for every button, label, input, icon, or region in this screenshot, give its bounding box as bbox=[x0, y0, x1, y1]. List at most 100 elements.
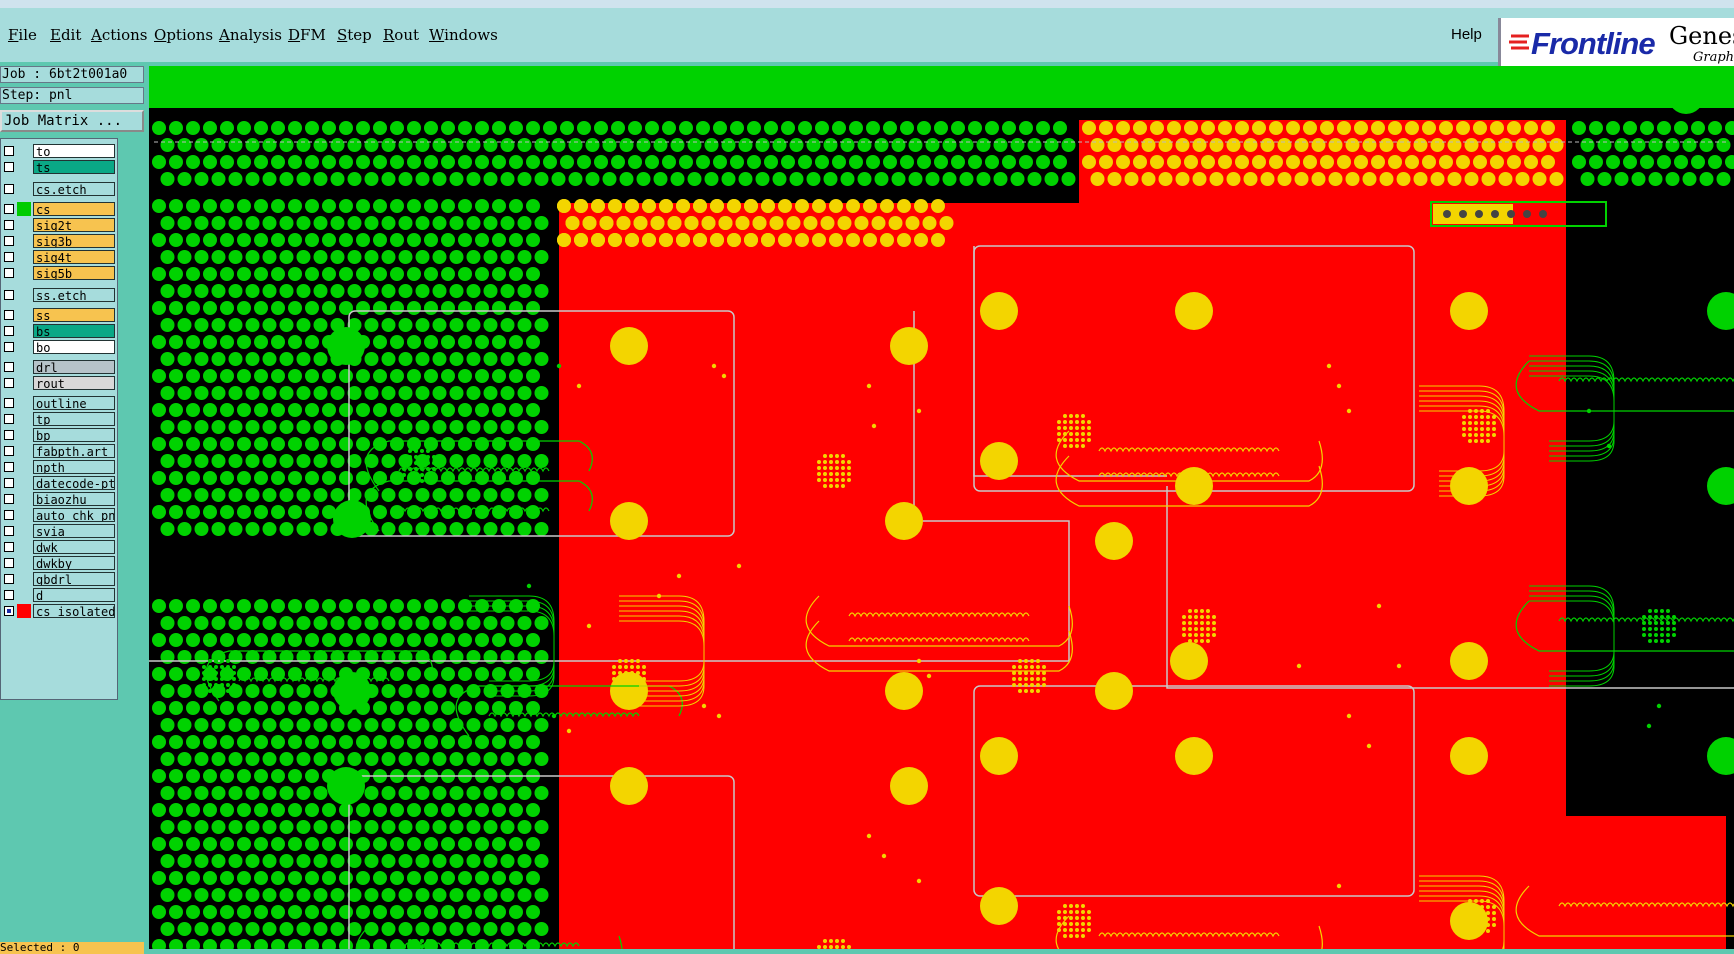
layer-row-bp[interactable]: bp bbox=[1, 427, 117, 443]
layer-checkbox[interactable] bbox=[4, 494, 14, 504]
layer-name[interactable]: rout bbox=[33, 376, 115, 390]
layer-row-ss.etch[interactable]: ss.etch bbox=[1, 287, 117, 303]
menu-edit[interactable]: Edit bbox=[50, 26, 81, 44]
layer-checkbox[interactable] bbox=[4, 204, 14, 214]
layer-checkbox[interactable] bbox=[4, 526, 14, 536]
menu-options[interactable]: Options bbox=[154, 26, 213, 44]
menu-rout[interactable]: Rout bbox=[383, 26, 419, 44]
layer-name[interactable]: sig2t bbox=[33, 218, 115, 232]
layer-row-auto_chk_pn1[interactable]: auto_chk_pn1 bbox=[1, 507, 117, 523]
layer-checkbox[interactable] bbox=[4, 378, 14, 388]
layer-row-rout[interactable]: rout bbox=[1, 375, 117, 391]
layer-checkbox[interactable] bbox=[4, 290, 14, 300]
layer-row-tp[interactable]: tp bbox=[1, 411, 117, 427]
layer-name[interactable]: bs bbox=[33, 324, 115, 338]
layer-name[interactable]: cs bbox=[33, 202, 115, 216]
layer-name[interactable]: sig4t bbox=[33, 250, 115, 264]
layer-checkbox[interactable] bbox=[4, 558, 14, 568]
layer-row-dwkby[interactable]: dwkby bbox=[1, 555, 117, 571]
copper-thieving-dot bbox=[577, 155, 591, 169]
layer-name[interactable]: biaozhu bbox=[33, 492, 115, 506]
layer-row-cs_isolated[interactable]: cs_isolated bbox=[1, 603, 117, 619]
layer-row-sig5b[interactable]: sig5b bbox=[1, 265, 117, 281]
menu-help[interactable]: Help bbox=[1451, 26, 1482, 43]
layer-checkbox[interactable] bbox=[4, 510, 14, 520]
menu-analysis[interactable]: Analysis bbox=[219, 26, 282, 44]
layer-name[interactable]: svia bbox=[33, 524, 115, 538]
layer-name[interactable]: ss bbox=[33, 308, 115, 322]
layer-checkbox[interactable] bbox=[4, 236, 14, 246]
layer-row-sig4t[interactable]: sig4t bbox=[1, 249, 117, 265]
layer-row-sig2t[interactable]: sig2t bbox=[1, 217, 117, 233]
layer-checkbox[interactable] bbox=[4, 462, 14, 472]
layer-checkbox[interactable] bbox=[4, 162, 14, 172]
layer-checkbox[interactable] bbox=[4, 342, 14, 352]
menu-file[interactable]: File bbox=[8, 26, 37, 44]
graphics-canvas[interactable] bbox=[149, 66, 1734, 949]
layer-row-ss[interactable]: ss bbox=[1, 307, 117, 323]
layer-checkbox[interactable] bbox=[4, 414, 14, 424]
layer-checkbox[interactable] bbox=[4, 268, 14, 278]
layer-row-drl[interactable]: drl bbox=[1, 359, 117, 375]
layer-row-to[interactable]: to bbox=[1, 143, 117, 159]
layer-name[interactable]: outline bbox=[33, 396, 115, 410]
layer-name[interactable]: to bbox=[33, 144, 115, 158]
layer-name[interactable]: ts bbox=[33, 160, 115, 174]
pcb-view[interactable] bbox=[149, 66, 1734, 949]
layer-row-gbdrl[interactable]: gbdrl bbox=[1, 571, 117, 587]
layer-name[interactable]: drl bbox=[33, 360, 115, 374]
layer-row-dwk[interactable]: dwk bbox=[1, 539, 117, 555]
layer-name[interactable]: fabpth.art bbox=[33, 444, 115, 458]
layer-row-bo[interactable]: bo bbox=[1, 339, 117, 355]
layer-name[interactable]: dwk bbox=[33, 540, 115, 554]
layer-checkbox[interactable] bbox=[4, 220, 14, 230]
layer-checkbox[interactable] bbox=[4, 184, 14, 194]
layer-row-outline[interactable]: outline bbox=[1, 395, 117, 411]
layer-name[interactable]: cs.etch bbox=[33, 182, 115, 196]
layer-name[interactable]: d bbox=[33, 588, 115, 602]
menu-dfm[interactable]: DFM bbox=[288, 26, 326, 44]
layer-row-sig3b[interactable]: sig3b bbox=[1, 233, 117, 249]
layer-name[interactable]: sig3b bbox=[33, 234, 115, 248]
tooling-pad bbox=[610, 767, 648, 805]
layer-name[interactable]: gbdrl bbox=[33, 572, 115, 586]
menu-windows[interactable]: Windows bbox=[429, 26, 498, 44]
layer-row-d[interactable]: d bbox=[1, 587, 117, 603]
layer-name[interactable]: ss.etch bbox=[33, 288, 115, 302]
layer-name[interactable]: datecode-pte bbox=[33, 476, 115, 490]
layer-checkbox[interactable] bbox=[4, 310, 14, 320]
layer-checkbox[interactable] bbox=[4, 362, 14, 372]
layer-checkbox[interactable] bbox=[4, 446, 14, 456]
layer-checkbox[interactable] bbox=[4, 590, 14, 600]
layer-row-biaozhu[interactable]: biaozhu bbox=[1, 491, 117, 507]
layer-checkbox[interactable] bbox=[4, 606, 14, 616]
layer-name[interactable]: dwkby bbox=[33, 556, 115, 570]
layer-row-cs[interactable]: cs bbox=[1, 201, 117, 217]
layer-name[interactable]: npth bbox=[33, 460, 115, 474]
layer-checkbox[interactable] bbox=[4, 478, 14, 488]
layer-name[interactable]: bo bbox=[33, 340, 115, 354]
layer-row-datecode-pte[interactable]: datecode-pte bbox=[1, 475, 117, 491]
layer-name[interactable]: tp bbox=[33, 412, 115, 426]
layer-row-ts[interactable]: ts bbox=[1, 159, 117, 175]
layer-row-fabpth.art[interactable]: fabpth.art bbox=[1, 443, 117, 459]
layer-name[interactable]: sig5b bbox=[33, 266, 115, 280]
layer-name[interactable]: auto_chk_pn1 bbox=[33, 508, 115, 522]
layer-checkbox[interactable] bbox=[4, 430, 14, 440]
layer-checkbox[interactable] bbox=[4, 146, 14, 156]
job-matrix-button[interactable]: Job Matrix ... bbox=[0, 110, 144, 132]
layer-row-cs.etch[interactable]: cs.etch bbox=[1, 181, 117, 197]
layer-row-npth[interactable]: npth bbox=[1, 459, 117, 475]
layer-checkbox[interactable] bbox=[4, 574, 14, 584]
layer-name[interactable]: bp bbox=[33, 428, 115, 442]
menu-actions[interactable]: Actions bbox=[91, 26, 147, 44]
layer-checkbox[interactable] bbox=[4, 398, 14, 408]
layer-checkbox[interactable] bbox=[4, 542, 14, 552]
layer-checkbox[interactable] bbox=[4, 326, 14, 336]
menu-step[interactable]: Step bbox=[337, 26, 372, 44]
layer-row-svia[interactable]: svia bbox=[1, 523, 117, 539]
layer-row-bs[interactable]: bs bbox=[1, 323, 117, 339]
via-cluster bbox=[1063, 928, 1067, 932]
layer-name[interactable]: cs_isolated bbox=[33, 604, 115, 618]
layer-checkbox[interactable] bbox=[4, 252, 14, 262]
